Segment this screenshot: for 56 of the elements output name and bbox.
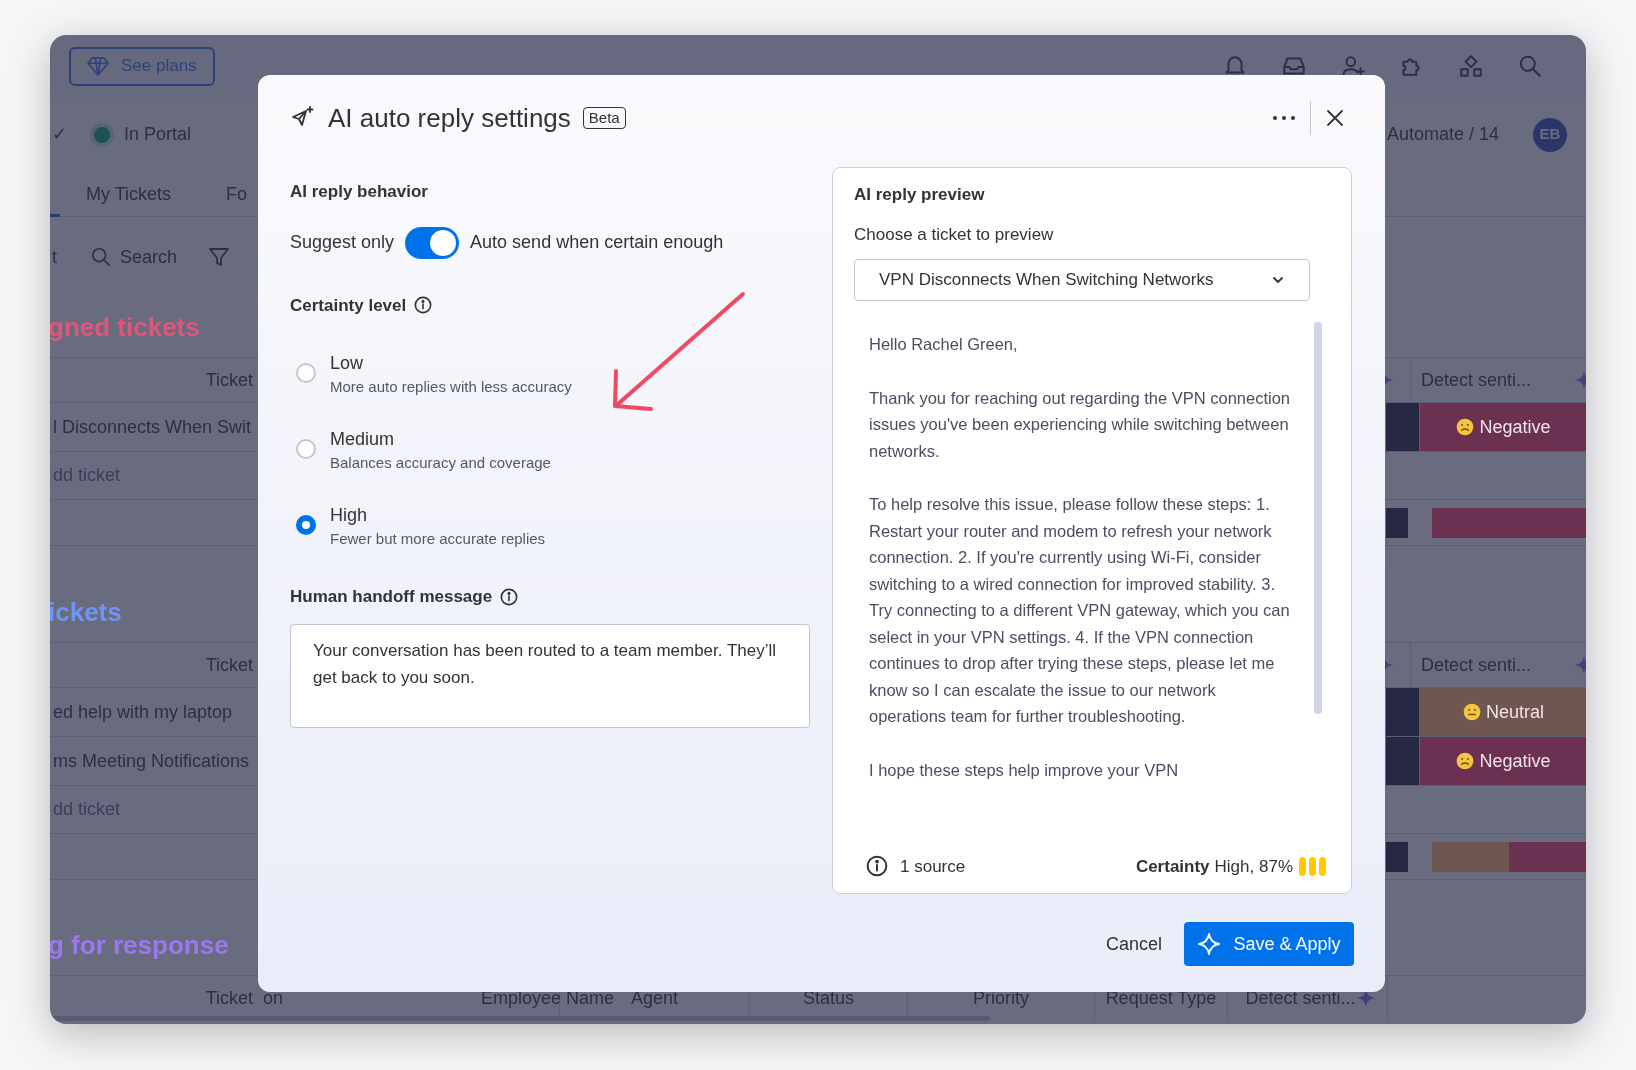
option-label: Medium [330, 428, 396, 451]
ticket-dropdown[interactable]: VPN Disconnects When Switching Networks [854, 259, 1310, 301]
radio-button[interactable] [296, 363, 316, 383]
message-paragraph: I hope these steps help improve your VPN [869, 759, 1180, 781]
more-options-icon[interactable] [1272, 115, 1296, 121]
auto-send-toggle[interactable] [405, 226, 460, 259]
section-title: Human handoff message [290, 586, 493, 608]
group-title: ickets [50, 595, 122, 629]
toggle-label: Suggest only [290, 231, 395, 254]
section-title: Certainty level [290, 294, 407, 317]
column-header: Status [803, 986, 854, 1010]
message-paragraph: Hello Rachel Green, [869, 334, 1019, 355]
column-header: Detect senti... [1245, 986, 1356, 1010]
option-description: More auto replies with less accuracy [330, 377, 572, 397]
save-apply-button[interactable]: Save & Apply [1184, 922, 1354, 966]
field-label: Choose a ticket to preview [854, 223, 1055, 246]
message-paragraph: Thank you for reaching out regarding the VPN connection issues you've been experiencing while switching between networks. [869, 387, 1290, 462]
column-header: Employee Name [481, 986, 615, 1010]
scrollbar[interactable] [1314, 322, 1322, 714]
cancel-button[interactable]: Cancel [1103, 922, 1164, 966]
column-header: Ticket [204, 368, 253, 392]
neutral-face-icon [1462, 702, 1482, 722]
close-icon[interactable] [1325, 108, 1345, 128]
column-header: Agent [630, 986, 678, 1010]
option-description: Fewer but more accurate replies [330, 529, 546, 549]
certainty-label: Certainty [1135, 855, 1210, 878]
info-icon[interactable] [414, 296, 433, 315]
sentiment-cell: Negative [1420, 403, 1586, 451]
status-label: In Portal [124, 123, 192, 146]
section-title: AI reply behavior [290, 181, 429, 203]
sad-face-icon [1455, 751, 1476, 771]
option-label: Low [330, 352, 365, 375]
toolbar-text: t [52, 245, 57, 269]
source-count[interactable]: 1 source [900, 853, 966, 879]
check-mark: ✓ [52, 123, 68, 146]
radio-button[interactable] [296, 515, 316, 535]
sentiment-cell: Neutral [1420, 688, 1586, 736]
column-header: Ticket [205, 986, 253, 1010]
option-description: Balances accuracy and coverage [330, 453, 551, 473]
message-paragraph: To help resolve this issue, please follow these steps: 1. Restart your router and modem to refresh your network connection. 2. If you're currently using Wi-Fi, consider switching to a wired connection for improved stability. 3. Try connecting to a different VPN gateway, which you can select in your VPN settings. 4. If the VPN connection continues to drop after trying these steps, please let me know so I can escalate the issue to our network operations team for further troubleshooting. [869, 494, 1290, 727]
radio-button[interactable] [296, 439, 316, 459]
sad-face-icon [1455, 417, 1476, 437]
sentiment-cell: Negative [1420, 737, 1586, 785]
info-icon[interactable] [866, 855, 888, 878]
option-label: High [330, 504, 369, 527]
dialog-title: AI auto reply settings [328, 101, 571, 135]
column-header: on [263, 986, 284, 1010]
beta-badge: Beta [582, 107, 626, 129]
handoff-message-field[interactable]: Your conversation has been routed to a team member. They’ll get back to you soon. [290, 623, 810, 728]
column-header: Ticket [204, 653, 253, 677]
panel-title: AI reply preview [854, 184, 986, 206]
toggle-label: Auto send when certain enough [470, 231, 724, 254]
column-header: Priority [973, 986, 1029, 1010]
info-icon[interactable] [500, 587, 519, 606]
sparkle-icon [1197, 932, 1222, 956]
certainty-value: High, 87% [1214, 855, 1293, 878]
